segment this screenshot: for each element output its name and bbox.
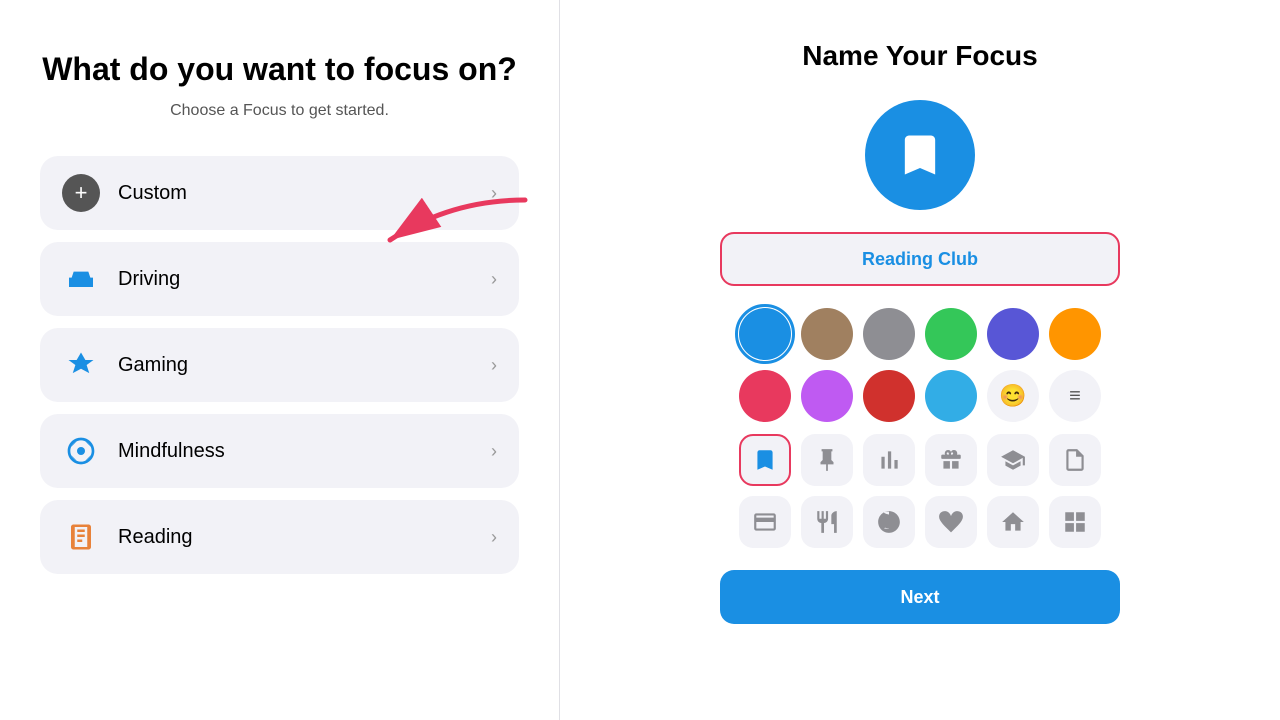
icon-document[interactable] <box>1049 434 1101 486</box>
reading-icon <box>62 518 100 556</box>
color-orange[interactable] <box>1049 308 1101 360</box>
right-panel: Name Your Focus 😊 ≡ <box>560 0 1280 720</box>
icon-home[interactable] <box>987 496 1039 548</box>
left-subtitle: Choose a Focus to get started. <box>170 102 389 120</box>
focus-item-reading-label: Reading <box>118 526 491 549</box>
focus-item-driving[interactable]: Driving › <box>40 242 519 316</box>
color-list[interactable]: ≡ <box>1049 370 1101 422</box>
chevron-right-icon: › <box>491 183 497 204</box>
icon-atom[interactable] <box>863 496 915 548</box>
focus-item-reading[interactable]: Reading › <box>40 500 519 574</box>
color-crimson[interactable] <box>863 370 915 422</box>
name-input-row <box>720 232 1120 286</box>
focus-item-mindfulness-label: Mindfulness <box>118 440 491 463</box>
color-gray[interactable] <box>863 308 915 360</box>
color-teal[interactable] <box>925 370 977 422</box>
color-red[interactable] <box>739 370 791 422</box>
mindfulness-icon <box>62 432 100 470</box>
gaming-icon <box>62 346 100 384</box>
focus-item-gaming-label: Gaming <box>118 354 491 377</box>
focus-item-driving-label: Driving <box>118 268 491 291</box>
right-title: Name Your Focus <box>802 40 1037 72</box>
icon-bookmark[interactable] <box>739 434 791 486</box>
color-green[interactable] <box>925 308 977 360</box>
icon-card[interactable] <box>739 496 791 548</box>
focus-icon-preview <box>865 100 975 210</box>
focus-item-mindfulness[interactable]: Mindfulness › <box>40 414 519 488</box>
left-panel: What do you want to focus on? Choose a F… <box>0 0 560 720</box>
next-button[interactable]: Next <box>720 570 1120 624</box>
driving-icon <box>62 260 100 298</box>
icon-graduation[interactable] <box>987 434 1039 486</box>
focus-list: + Custom › Driving › Gaming › <box>40 156 519 574</box>
color-grid: 😊 ≡ <box>739 308 1101 422</box>
color-purple[interactable] <box>987 308 1039 360</box>
chevron-right-icon: › <box>491 269 497 290</box>
color-lavender[interactable] <box>801 370 853 422</box>
color-tan[interactable] <box>801 308 853 360</box>
icon-health[interactable] <box>925 496 977 548</box>
custom-icon: + <box>62 174 100 212</box>
focus-name-input[interactable] <box>720 249 1120 270</box>
name-input-bg <box>720 232 1120 286</box>
chevron-right-icon: › <box>491 355 497 376</box>
chevron-right-icon: › <box>491 441 497 462</box>
icon-gift[interactable] <box>925 434 977 486</box>
chevron-right-icon: › <box>491 527 497 548</box>
focus-item-custom-label: Custom <box>118 182 491 205</box>
focus-item-gaming[interactable]: Gaming › <box>40 328 519 402</box>
color-blue[interactable] <box>739 308 791 360</box>
left-title: What do you want to focus on? <box>42 50 517 88</box>
color-emoji[interactable]: 😊 <box>987 370 1039 422</box>
icon-grid[interactable] <box>1049 496 1101 548</box>
icon-grid <box>739 434 1101 548</box>
icon-pin[interactable] <box>801 434 853 486</box>
icon-chart[interactable] <box>863 434 915 486</box>
focus-item-custom[interactable]: + Custom › <box>40 156 519 230</box>
icon-fork[interactable] <box>801 496 853 548</box>
